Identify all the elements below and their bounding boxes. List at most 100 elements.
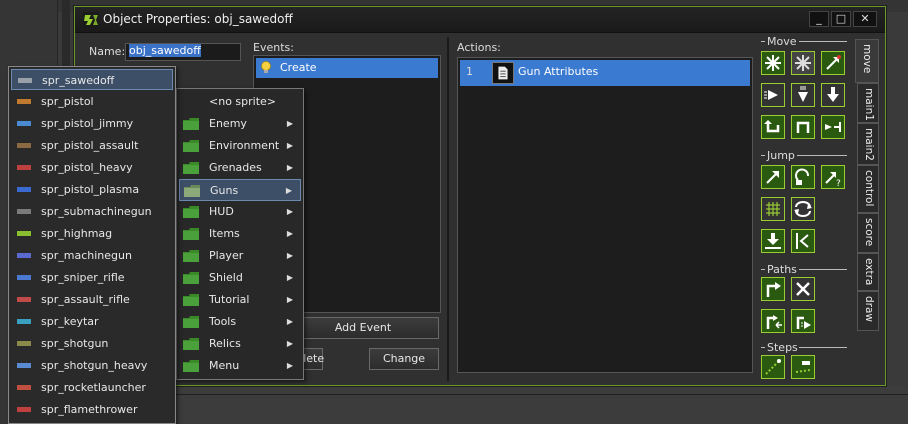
menu-item-grenades[interactable]: Grenades ▶: [179, 157, 301, 179]
sprite-item-label: spr_flamethrower: [41, 403, 138, 416]
menu-item-enemy[interactable]: Enemy ▶: [179, 113, 301, 135]
menu-item-label: Grenades: [209, 161, 262, 174]
submenu-arrow-icon: ▶: [286, 361, 293, 370]
end-path-button[interactable]: [791, 277, 815, 301]
end-path-icon: [796, 282, 810, 296]
menu-item-menu[interactable]: Menu ▶: [179, 355, 301, 377]
menu-item-items[interactable]: Items ▶: [179, 223, 301, 245]
speed-horizontal-button[interactable]: [761, 83, 785, 107]
open-folder-icon: [184, 185, 200, 197]
tab-score[interactable]: score: [857, 213, 879, 253]
sprite-item[interactable]: spr_pistol: [11, 91, 173, 112]
gun-sprite-icon: [17, 165, 31, 170]
menu-item-label: Menu: [209, 359, 240, 372]
group-line: [799, 269, 847, 270]
menu-item-relics[interactable]: Relics ▶: [179, 333, 301, 355]
move-to-contact-button[interactable]: [761, 229, 785, 253]
step-avoiding-button[interactable]: [791, 355, 815, 379]
move-fixed-button[interactable]: [761, 51, 785, 75]
sprite-item[interactable]: spr_pistol_plasma: [11, 179, 173, 200]
jump-random-button[interactable]: ?: [821, 165, 845, 189]
change-event-button[interactable]: Change: [369, 348, 439, 370]
bounce-button[interactable]: [791, 229, 815, 253]
action-item[interactable]: 1 Gun Attributes: [460, 60, 750, 86]
tab-control[interactable]: control: [857, 165, 879, 213]
sprite-item-label: spr_highmag: [41, 227, 113, 240]
event-item-create[interactable]: Create: [256, 58, 438, 78]
reverse-vertical-button[interactable]: [791, 115, 815, 139]
sprite-item[interactable]: spr_flamethrower: [11, 399, 173, 420]
move-free-button[interactable]: [791, 51, 815, 75]
speed-vertical-button[interactable]: [791, 83, 815, 107]
tab-draw[interactable]: draw: [857, 291, 879, 331]
sprite-item[interactable]: spr_keytar: [11, 311, 173, 332]
actions-list[interactable]: 1 Gun Attributes: [457, 57, 753, 373]
tab-main1[interactable]: main1: [857, 83, 879, 123]
sprite-item[interactable]: spr_sniper_rifle: [11, 267, 173, 288]
menu-item-guns[interactable]: Guns ▶: [179, 179, 301, 201]
path-speed-button[interactable]: [791, 309, 815, 333]
sprite-item[interactable]: spr_assault_rifle: [11, 289, 173, 310]
maximize-button[interactable]: □: [831, 11, 851, 27]
close-button[interactable]: ✕: [853, 11, 877, 27]
tab-main2[interactable]: main2: [857, 123, 879, 165]
folder-icon: [183, 338, 199, 350]
set-path-button[interactable]: [761, 277, 785, 301]
menu-item-tools[interactable]: Tools ▶: [179, 311, 301, 333]
path-speed-icon: [796, 316, 811, 329]
sprite-item[interactable]: spr_submachinegun: [11, 201, 173, 222]
name-input[interactable]: obj_sawedoff: [125, 43, 241, 61]
gun-sprite-icon: [17, 275, 31, 280]
action-label: Gun Attributes: [518, 65, 599, 78]
jump-to-position-button[interactable]: [761, 165, 785, 189]
menu-item-player[interactable]: Player ▶: [179, 245, 301, 267]
set-gravity-button[interactable]: [821, 83, 845, 107]
sprite-item[interactable]: spr_rocketlauncher: [11, 377, 173, 398]
step-towards-button[interactable]: [761, 355, 785, 379]
wrap-screen-button[interactable]: [791, 197, 815, 221]
menu-item-tutorial[interactable]: Tutorial ▶: [179, 289, 301, 311]
gun-sprite-icon: [17, 253, 31, 258]
sprite-item-label: spr_sniper_rifle: [41, 271, 125, 284]
sprite-item-label: spr_rocketlauncher: [41, 381, 146, 394]
menu-item-environment[interactable]: Environment ▶: [179, 135, 301, 157]
align-to-grid-button[interactable]: [761, 197, 785, 221]
name-input-value: obj_sawedoff: [129, 44, 201, 57]
menu-item-no-sprite[interactable]: <no sprite>: [179, 91, 301, 113]
submenu-arrow-icon: ▶: [286, 119, 293, 128]
sprite-item-label: spr_shotgun_heavy: [41, 359, 148, 372]
sprite-item-label: spr_pistol_jimmy: [41, 117, 134, 130]
gun-sprite-icon: [17, 99, 31, 104]
submenu-arrow-icon: ▶: [286, 273, 293, 282]
tab-label: control: [863, 170, 875, 207]
step-towards-icon: [765, 359, 781, 375]
sprite-item[interactable]: spr_highmag: [11, 223, 173, 244]
folder-icon: [183, 316, 199, 328]
sprite-item[interactable]: spr_shotgun_heavy: [11, 355, 173, 376]
title-bar[interactable]: Object Properties: obj_sawedoff _ □ ✕: [75, 7, 885, 33]
tab-move[interactable]: move: [855, 39, 879, 83]
jump-to-start-button[interactable]: [791, 165, 815, 189]
sprite-item[interactable]: spr_pistol_heavy: [11, 157, 173, 178]
gun-sprite-icon: [18, 78, 32, 83]
sprite-item-label: spr_pistol_plasma: [41, 183, 140, 196]
sprite-item[interactable]: spr_machinegun: [11, 245, 173, 266]
tab-extra[interactable]: extra: [857, 253, 879, 291]
move-towards-button[interactable]: [821, 51, 845, 75]
set-friction-button[interactable]: [821, 115, 845, 139]
folder-icon: [183, 118, 199, 130]
submenu-arrow-icon: ▶: [286, 295, 293, 304]
sprite-item[interactable]: spr_pistol_jimmy: [11, 113, 173, 134]
sprite-item[interactable]: spr_shotgun: [11, 333, 173, 354]
sprite-item-label: spr_pistol_heavy: [41, 161, 133, 174]
sprite-item[interactable]: spr_sawedoff: [11, 69, 173, 90]
menu-item-hud[interactable]: HUD ▶: [179, 201, 301, 223]
path-position-button[interactable]: [761, 309, 785, 333]
add-event-button[interactable]: Add Event: [287, 317, 439, 339]
reverse-horizontal-button[interactable]: [761, 115, 785, 139]
menu-item-shield[interactable]: Shield ▶: [179, 267, 301, 289]
sprite-item[interactable]: spr_pistol_assault: [11, 135, 173, 156]
minimize-button[interactable]: _: [809, 11, 829, 27]
sprite-item-label: spr_pistol: [41, 95, 94, 108]
menu-item-label: Tutorial: [209, 293, 250, 306]
